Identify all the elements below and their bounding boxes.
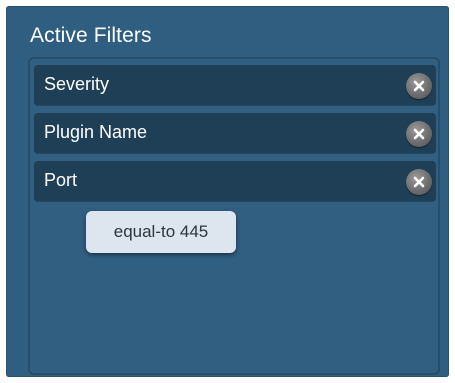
close-icon	[413, 128, 425, 140]
filter-value-tooltip: equal-to 445	[86, 211, 236, 253]
remove-filter-button[interactable]	[406, 121, 432, 147]
close-icon	[413, 80, 425, 92]
panel-title: Active Filters	[30, 24, 152, 47]
remove-filter-button[interactable]	[406, 73, 432, 99]
filter-label: Severity	[44, 74, 110, 94]
active-filters-panel: Active Filters Severity Plugin Name Port	[6, 6, 449, 377]
filter-label: Port	[44, 170, 78, 190]
filter-item-port[interactable]: Port	[34, 161, 436, 201]
filter-item-plugin-name[interactable]: Plugin Name	[34, 113, 436, 153]
filter-list: Severity Plugin Name Port equal-to 445	[28, 57, 440, 375]
close-icon	[413, 176, 425, 188]
filter-label: Plugin Name	[44, 122, 148, 142]
remove-filter-button[interactable]	[406, 169, 432, 195]
filter-item-severity[interactable]: Severity	[34, 65, 436, 105]
